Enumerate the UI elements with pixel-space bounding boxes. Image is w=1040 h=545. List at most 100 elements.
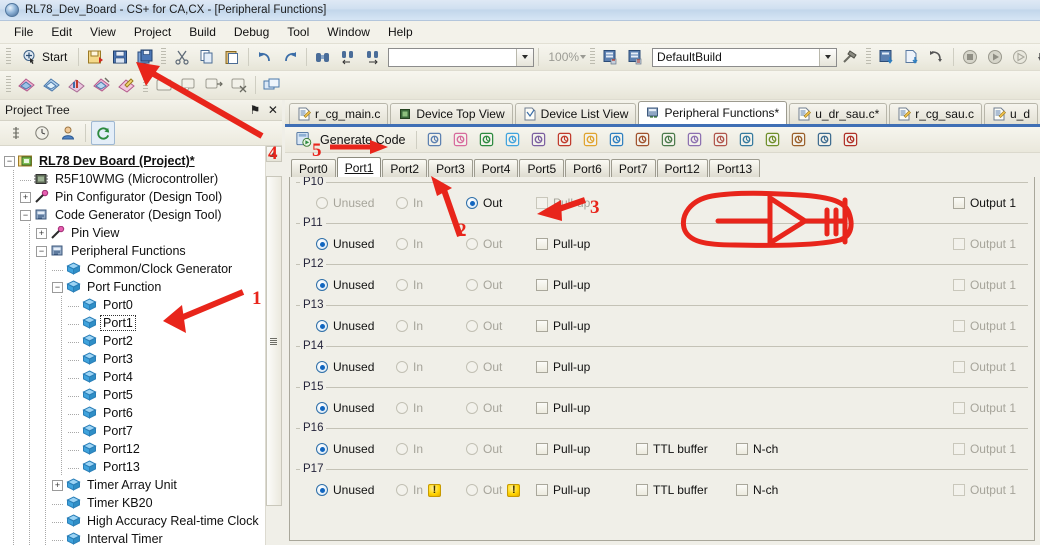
scroll-thumb[interactable] — [265, 176, 282, 506]
out-radio-group[interactable]: Out — [466, 319, 502, 333]
watchdog-icon-button[interactable] — [604, 128, 628, 152]
in-radio-group[interactable]: In — [396, 442, 423, 456]
refresh-button[interactable] — [91, 121, 115, 145]
close-panel-button[interactable]: ✕ — [264, 102, 282, 118]
ttl-checkbox[interactable] — [636, 443, 648, 455]
code-generator-button[interactable] — [90, 73, 114, 97]
serial-icon-button[interactable] — [682, 128, 706, 152]
port-tab-port6[interactable]: Port6 — [565, 159, 610, 177]
find-button[interactable] — [311, 45, 335, 69]
property-button[interactable] — [4, 121, 28, 145]
pullup-checkbox[interactable] — [536, 197, 548, 209]
download-button[interactable] — [875, 45, 899, 69]
warning-icon[interactable] — [428, 483, 442, 498]
document-tab-peripheral-functions[interactable]: Peripheral Functions* — [638, 101, 788, 124]
in-radio-group[interactable]: In — [396, 483, 442, 498]
unused-radio-group[interactable]: Unused — [316, 442, 374, 456]
tree-node-port2[interactable]: Port2 — [4, 332, 266, 350]
continue-button[interactable] — [1008, 45, 1032, 69]
find-next-button[interactable] — [361, 45, 385, 69]
ttl-checkbox[interactable] — [636, 484, 648, 496]
search-dropdown-arrow[interactable] — [516, 48, 534, 66]
pullup-checkbox-group[interactable]: Pull-up — [536, 360, 590, 374]
close-window-button[interactable] — [227, 73, 251, 97]
tree-node-high-accuracy-real-time-clock[interactable]: High Accuracy Real-time Clock — [4, 512, 266, 530]
toolbar-grip-4[interactable] — [866, 48, 872, 66]
tile-windows-button[interactable] — [260, 73, 284, 97]
tree-node-port4[interactable]: Port4 — [4, 368, 266, 386]
ttl-checkbox-group[interactable]: TTL buffer — [636, 442, 708, 456]
build-and-download-button[interactable] — [900, 45, 924, 69]
build-config-combo[interactable]: DefaultBuild — [652, 47, 838, 67]
tree-node-peripheral-functions[interactable]: − Peripheral Functions — [4, 242, 266, 260]
ttl-checkbox-group[interactable]: TTL buffer — [636, 483, 708, 497]
document-tab-device-top-view[interactable]: Device Top View — [390, 103, 513, 124]
nch-checkbox[interactable] — [736, 443, 748, 455]
tree-expander-plus-icon[interactable]: + — [52, 479, 63, 491]
tree-node-port-function[interactable]: − Port Function — [4, 278, 266, 296]
menu-item-debug[interactable]: Debug — [226, 23, 277, 42]
output-checkbox-group[interactable]: Output 1 — [952, 401, 1016, 415]
settings-chip-button[interactable] — [115, 73, 139, 97]
pin-config-button[interactable] — [15, 73, 39, 97]
menu-item-help[interactable]: Help — [380, 23, 421, 42]
rtc-icon-button[interactable] — [552, 128, 576, 152]
tree-node-timer-kb20[interactable]: Timer KB20 — [4, 494, 266, 512]
output-checkbox[interactable] — [952, 238, 965, 250]
tree-node-port12[interactable]: Port12 — [4, 440, 266, 458]
in-radio[interactable] — [396, 361, 408, 373]
tree-expander-minus-icon[interactable]: − — [36, 245, 47, 257]
output-window-button[interactable] — [177, 73, 201, 97]
tree-expander-minus-icon[interactable]: − — [20, 209, 31, 221]
out-radio-group[interactable]: Out — [466, 196, 502, 210]
pullup-checkbox[interactable] — [536, 361, 548, 373]
document-tab-u-dr-sau-c[interactable]: u_dr_sau.c* — [789, 103, 888, 124]
menu-item-view[interactable]: View — [82, 23, 124, 42]
document-tab-u-d[interactable]: u_d — [983, 103, 1038, 124]
output-checkbox[interactable] — [952, 279, 965, 291]
in-radio-group[interactable]: In — [396, 237, 423, 251]
nch-checkbox-group[interactable]: N-ch — [736, 442, 778, 456]
timer-kb-icon-button[interactable] — [500, 128, 524, 152]
output-export-button[interactable] — [202, 73, 226, 97]
output-checkbox[interactable] — [952, 320, 965, 332]
nch-checkbox-group[interactable]: N-ch — [736, 483, 778, 497]
pullup-checkbox[interactable] — [536, 279, 548, 291]
tree-node-port7[interactable]: Port7 — [4, 422, 266, 440]
project-tree-scrollbar[interactable] — [264, 146, 282, 545]
timer-array-icon-button[interactable] — [474, 128, 498, 152]
port-function-icon-button[interactable] — [448, 128, 472, 152]
tree-node-port0[interactable]: Port0 — [4, 296, 266, 314]
paste-button[interactable] — [220, 45, 244, 69]
in-radio[interactable] — [396, 238, 408, 250]
output-checkbox[interactable] — [952, 197, 965, 209]
out-radio[interactable] — [466, 279, 478, 291]
tree-node-port3[interactable]: Port3 — [4, 350, 266, 368]
buzzer-icon-button[interactable] — [578, 128, 602, 152]
pullup-checkbox[interactable] — [536, 443, 548, 455]
toolbar-grip-3[interactable] — [590, 48, 596, 66]
build-project-button[interactable] — [599, 45, 623, 69]
output-checkbox-group[interactable]: Output 1 — [952, 196, 1016, 210]
scroll-up-button[interactable] — [265, 146, 282, 162]
in-radio-group[interactable]: In — [396, 401, 423, 415]
menu-item-build[interactable]: Build — [181, 23, 224, 42]
document-tab-device-list-view[interactable]: Device List View — [514, 103, 637, 124]
tree-node-port6[interactable]: Port6 — [4, 404, 266, 422]
cut-button[interactable] — [170, 45, 194, 69]
search-input[interactable] — [388, 47, 535, 67]
port-tab-port1[interactable]: Port1 — [336, 157, 382, 177]
out-radio[interactable] — [466, 402, 478, 414]
user-account-button[interactable] — [56, 121, 80, 145]
out-radio[interactable] — [466, 443, 478, 455]
out-radio[interactable] — [466, 320, 478, 332]
in-radio[interactable] — [396, 197, 408, 209]
toolbar-grip[interactable] — [6, 48, 11, 66]
port-tab-port7[interactable]: Port7 — [610, 159, 656, 177]
unused-radio-group[interactable]: Unused — [316, 360, 374, 374]
new-window-button[interactable] — [152, 73, 176, 97]
voltage-detect-icon-button[interactable] — [838, 128, 862, 152]
menu-item-project[interactable]: Project — [126, 23, 179, 42]
pullup-checkbox[interactable] — [536, 484, 548, 496]
unused-radio[interactable] — [316, 197, 328, 209]
